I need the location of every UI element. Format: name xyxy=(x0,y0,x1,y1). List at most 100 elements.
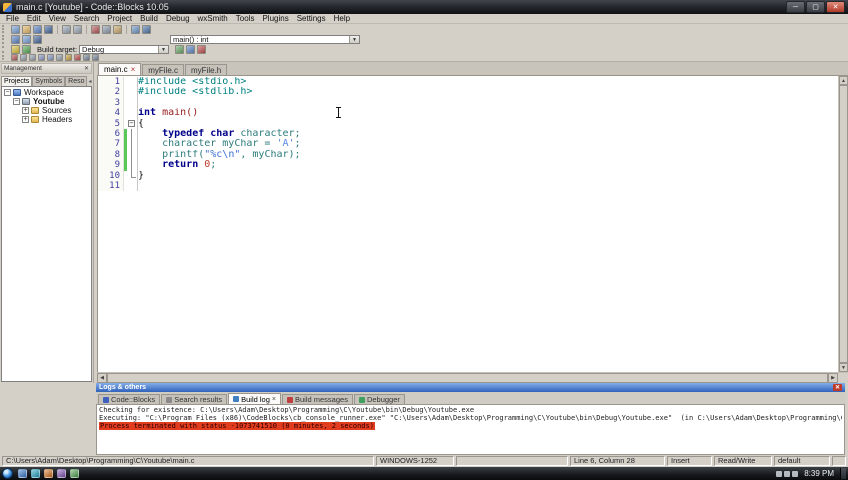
paste-icon[interactable] xyxy=(113,24,122,34)
tray-show-hidden-icon[interactable] xyxy=(776,470,783,477)
minimize-button[interactable]: ─ xyxy=(786,1,805,13)
tab-close-icon[interactable]: × xyxy=(272,396,276,403)
next-instruction-icon[interactable] xyxy=(56,54,63,61)
tree-item-headers[interactable]: + Headers xyxy=(2,115,91,124)
code-text[interactable]: return 0; xyxy=(138,160,838,170)
tray-network-icon[interactable] xyxy=(784,470,791,477)
tree-item-workspace[interactable]: − Workspace xyxy=(2,88,91,97)
fold-start-marker[interactable]: − xyxy=(127,118,138,129)
menu-item-project[interactable]: Project xyxy=(103,14,136,24)
taskbar-app-icon-4[interactable] xyxy=(57,469,66,478)
expand-icon[interactable]: + xyxy=(22,116,29,123)
toolbar-grip[interactable] xyxy=(2,55,8,60)
logs-tab-build-log[interactable]: Build log × xyxy=(228,393,281,404)
horizontal-scroll-track[interactable] xyxy=(107,373,828,383)
rebuild-icon[interactable] xyxy=(186,45,196,54)
sidebar-tab-symbols[interactable]: Symbols xyxy=(32,76,66,86)
collapse-icon[interactable]: − xyxy=(13,98,20,105)
taskbar-app-icon-2[interactable] xyxy=(31,469,40,478)
code-text[interactable]: #include <stdlib.h> xyxy=(138,87,838,97)
step-into-icon[interactable] xyxy=(38,54,45,61)
code-text[interactable]: printf("%c\n", myChar); xyxy=(138,150,838,160)
debug-windows-icon[interactable] xyxy=(83,54,90,61)
goto-function-icon[interactable] xyxy=(11,35,20,44)
editor-tab-myfile-c[interactable]: myFile.c xyxy=(142,64,185,75)
taskbar-app-icon-3[interactable] xyxy=(44,469,53,478)
new-file-icon[interactable] xyxy=(11,24,20,34)
tree-item-sources[interactable]: + Sources xyxy=(2,106,91,115)
menu-item-plugins[interactable]: Plugins xyxy=(258,14,292,24)
taskbar-clock[interactable]: 8:39 PM xyxy=(801,469,837,478)
sidebar-tab-reso[interactable]: Reso xyxy=(65,76,88,86)
editor-tab-main-c[interactable]: main.c × xyxy=(98,63,142,75)
code-text[interactable]: typedef char character; xyxy=(138,129,838,139)
open-file-icon[interactable] xyxy=(22,24,31,34)
tab-close-icon[interactable]: × xyxy=(131,65,136,74)
menu-item-help[interactable]: Help xyxy=(330,14,354,24)
code-text[interactable]: } xyxy=(138,171,838,181)
logs-tab-search-results[interactable]: Search results xyxy=(161,394,228,404)
menu-item-build[interactable]: Build xyxy=(136,14,162,24)
logs-tab-debugger[interactable]: Debugger xyxy=(353,394,405,404)
goto-implementation-icon[interactable] xyxy=(33,35,42,44)
close-button[interactable]: ✕ xyxy=(826,1,845,13)
code-text[interactable]: character myChar = 'A'; xyxy=(138,139,838,149)
sidebar-tab-projects[interactable]: Projects xyxy=(1,76,33,86)
toolbar-grip[interactable] xyxy=(2,35,8,44)
taskbar-app-icon-1[interactable] xyxy=(18,469,27,478)
show-desktop-button[interactable] xyxy=(840,468,846,479)
code-text[interactable] xyxy=(138,181,838,191)
compile-icon[interactable] xyxy=(11,45,20,54)
abort-build-icon[interactable] xyxy=(197,45,207,54)
code-text[interactable] xyxy=(138,98,838,108)
run-to-cursor-icon[interactable] xyxy=(20,54,27,61)
build-and-run-icon[interactable] xyxy=(175,45,185,54)
code-text[interactable]: #include <stdio.h> xyxy=(138,77,838,87)
symbol-combo[interactable]: main() : int ▼ xyxy=(170,35,360,44)
management-close-button[interactable]: ✕ xyxy=(84,65,89,72)
code-text[interactable]: { xyxy=(138,119,838,129)
scroll-right-icon[interactable]: ▶ xyxy=(828,373,838,383)
collapse-icon[interactable]: − xyxy=(4,89,11,96)
maximize-button[interactable]: ▢ xyxy=(806,1,825,13)
toolbar-grip[interactable] xyxy=(2,25,8,33)
scroll-up-icon[interactable]: ▲ xyxy=(839,76,848,85)
replace-icon[interactable] xyxy=(142,24,151,34)
next-line-icon[interactable] xyxy=(29,54,36,61)
expand-icon[interactable]: + xyxy=(22,107,29,114)
code-text[interactable]: int main() xyxy=(138,108,838,118)
menu-item-file[interactable]: File xyxy=(2,14,23,24)
scroll-left-icon[interactable]: ◀ xyxy=(97,373,107,383)
menu-item-debug[interactable]: Debug xyxy=(162,14,194,24)
taskbar-app-icon-5[interactable] xyxy=(70,469,79,478)
break-debugger-icon[interactable] xyxy=(65,54,72,61)
editor-vertical-scrollbar[interactable]: ▲ ▼ xyxy=(838,76,848,372)
copy-icon[interactable] xyxy=(102,24,111,34)
menu-item-settings[interactable]: Settings xyxy=(293,14,330,24)
debug-info-icon[interactable] xyxy=(92,54,99,61)
debug-continue-icon[interactable] xyxy=(11,54,18,61)
menu-item-wxsmith[interactable]: wxSmith xyxy=(194,14,232,24)
tree-item-youtube[interactable]: − Youtube xyxy=(2,97,91,106)
sidebar-tab-scroll-right-icon[interactable]: ▸ xyxy=(93,77,94,86)
save-icon[interactable] xyxy=(33,24,42,34)
goto-declaration-icon[interactable] xyxy=(22,35,31,44)
logs-close-button[interactable]: ✕ xyxy=(833,384,842,391)
undo-icon[interactable] xyxy=(62,24,71,34)
tray-volume-icon[interactable] xyxy=(792,470,799,477)
save-all-icon[interactable] xyxy=(44,24,53,34)
menu-item-view[interactable]: View xyxy=(45,14,70,24)
editor-horizontal-scrollbar[interactable]: ◀ ▶ xyxy=(97,372,848,383)
toolbar-grip[interactable] xyxy=(2,46,8,53)
horizontal-scroll-thumb[interactable] xyxy=(107,373,828,383)
start-button[interactable] xyxy=(2,468,13,479)
redo-icon[interactable] xyxy=(73,24,82,34)
menu-item-edit[interactable]: Edit xyxy=(23,14,45,24)
build-target-arrow-icon[interactable]: ▼ xyxy=(158,46,169,53)
symbol-combo-arrow-icon[interactable]: ▼ xyxy=(349,36,359,43)
fold-collapse-icon[interactable]: − xyxy=(128,119,135,127)
logs-tab-build-messages[interactable]: Build messages xyxy=(282,394,353,404)
vertical-scroll-thumb[interactable] xyxy=(839,85,848,363)
step-out-icon[interactable] xyxy=(47,54,54,61)
editor-body[interactable]: 1 #include <stdio.h> 2 #include <stdlib.h> 3… xyxy=(97,76,848,372)
